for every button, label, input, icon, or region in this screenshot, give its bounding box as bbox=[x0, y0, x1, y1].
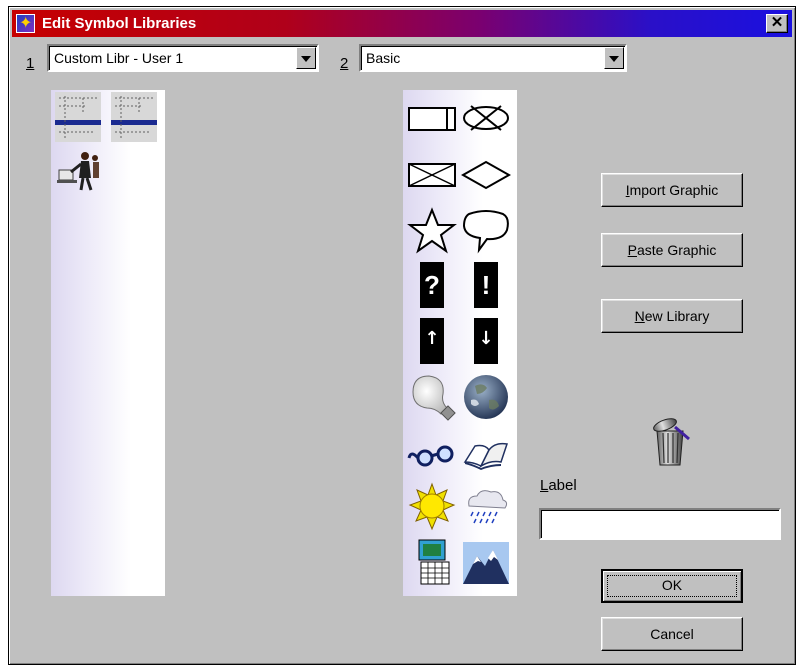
eyeglasses-icon[interactable] bbox=[407, 428, 457, 478]
sun-icon[interactable] bbox=[407, 482, 457, 532]
chevron-down-icon[interactable] bbox=[296, 47, 316, 69]
focus-rectangle bbox=[607, 575, 737, 597]
crossed-rectangle-icon[interactable] bbox=[407, 150, 457, 200]
library2-selected-value: Basic bbox=[366, 50, 401, 66]
library1-select[interactable]: Custom Libr - User 1 bbox=[47, 44, 319, 72]
rectangle-icon[interactable] bbox=[407, 94, 457, 144]
library2-symbol-panel: ? ! ↑ ↓ bbox=[403, 90, 517, 596]
calendar-picture-icon[interactable] bbox=[407, 538, 457, 588]
custom-symbol-2-icon[interactable] bbox=[111, 92, 157, 142]
diamond-icon[interactable] bbox=[461, 150, 511, 200]
label-field-label: Label bbox=[540, 477, 577, 494]
exclamation-mark-icon[interactable]: ! bbox=[461, 260, 511, 310]
crossed-ellipse-icon[interactable] bbox=[461, 94, 511, 144]
import-graphic-button[interactable]: Import Graphic bbox=[601, 173, 743, 207]
question-glyph: ? bbox=[424, 270, 440, 300]
library1-symbol-panel bbox=[51, 90, 165, 596]
exclamation-glyph: ! bbox=[482, 270, 491, 300]
open-book-icon[interactable] bbox=[461, 428, 511, 478]
light-bulb-icon[interactable] bbox=[407, 372, 457, 422]
paste-mnemonic: P bbox=[627, 242, 637, 258]
rain-cloud-icon[interactable] bbox=[461, 482, 511, 532]
edit-symbol-libraries-dialog: Edit Symbol Libraries ✕ 1 Custom Libr - … bbox=[8, 6, 796, 665]
chevron-down-icon[interactable] bbox=[604, 47, 624, 69]
library2-select[interactable]: Basic bbox=[359, 44, 627, 72]
trash-can-icon[interactable] bbox=[649, 417, 691, 467]
library1-selected-value: Custom Libr - User 1 bbox=[54, 50, 184, 66]
down-arrow-icon[interactable]: ↓ bbox=[461, 316, 511, 366]
person-at-computer-icon[interactable] bbox=[55, 148, 103, 192]
label-input[interactable] bbox=[539, 508, 781, 540]
down-glyph: ↓ bbox=[478, 328, 493, 349]
new-label: ew Library bbox=[644, 308, 710, 324]
label-rest: abel bbox=[548, 477, 577, 494]
speech-bubble-icon[interactable] bbox=[461, 206, 511, 256]
paste-label: aste Graphic bbox=[636, 242, 717, 258]
globe-icon[interactable] bbox=[461, 372, 511, 422]
cancel-button[interactable]: Cancel bbox=[601, 617, 743, 651]
library2-number: 2 bbox=[340, 55, 349, 72]
new-library-button[interactable]: New Library bbox=[601, 299, 743, 333]
close-button[interactable]: ✕ bbox=[766, 14, 788, 33]
up-arrow-icon[interactable]: ↑ bbox=[407, 316, 457, 366]
import-label: mport Graphic bbox=[629, 182, 719, 198]
star-icon[interactable] bbox=[407, 206, 457, 256]
window-title: Edit Symbol Libraries bbox=[42, 15, 197, 32]
ok-button[interactable]: OK bbox=[601, 569, 743, 603]
paste-graphic-button[interactable]: Paste Graphic bbox=[601, 233, 743, 267]
library1-number: 1 bbox=[26, 55, 35, 72]
app-icon bbox=[16, 14, 35, 33]
question-mark-icon[interactable]: ? bbox=[407, 260, 457, 310]
custom-symbol-1-icon[interactable] bbox=[55, 92, 101, 142]
mountain-icon[interactable] bbox=[461, 538, 511, 588]
new-mnemonic: N bbox=[634, 308, 645, 324]
up-glyph: ↑ bbox=[424, 328, 439, 349]
title-bar[interactable]: Edit Symbol Libraries ✕ bbox=[12, 10, 792, 37]
